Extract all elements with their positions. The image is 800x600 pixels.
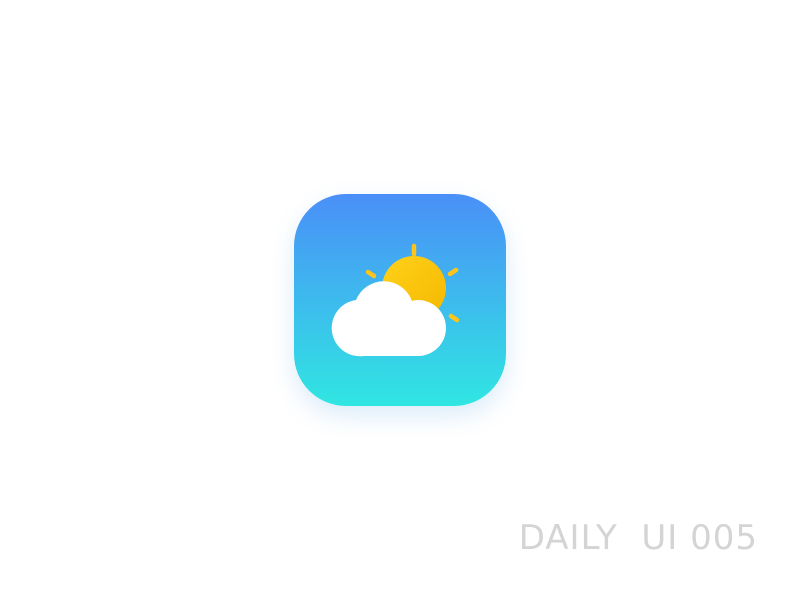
weather-app-icon[interactable] (294, 194, 506, 406)
stage: DAILY UI 005 (0, 0, 800, 600)
daily-ui-caption: DAILY UI 005 (518, 518, 758, 558)
weather-partly-cloudy-icon (294, 194, 506, 406)
